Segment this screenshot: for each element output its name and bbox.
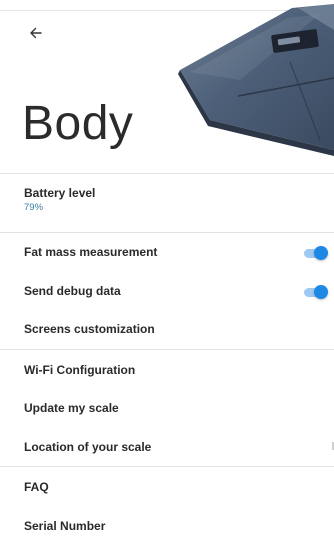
divider (0, 466, 334, 467)
update-scale-item[interactable]: Update my scale (24, 401, 334, 415)
battery-label: Battery level (24, 186, 96, 200)
fat-mass-label: Fat mass measurement (24, 245, 158, 259)
scale-location-item[interactable]: Location of your scale (24, 440, 334, 454)
faq-label: FAQ (24, 480, 49, 494)
divider (0, 349, 334, 350)
scale-image (170, 0, 334, 175)
debug-label: Send debug data (24, 284, 121, 298)
toggle-knob (314, 285, 328, 299)
update-label: Update my scale (24, 401, 119, 415)
divider (0, 173, 334, 174)
debug-toggle[interactable] (304, 285, 328, 299)
arrow-left-icon (30, 27, 42, 39)
fat-mass-row[interactable]: Fat mass measurement (24, 245, 334, 259)
debug-row[interactable]: Send debug data (24, 284, 334, 298)
location-label: Location of your scale (24, 440, 152, 454)
wifi-configuration-item[interactable]: Wi-Fi Configuration (24, 363, 334, 377)
wifi-label: Wi-Fi Configuration (24, 363, 136, 377)
divider (0, 232, 334, 233)
faq-item[interactable]: FAQ (24, 480, 334, 494)
screens-customization-item[interactable]: Screens customization (24, 322, 334, 336)
battery-level: Battery level 79% (24, 186, 334, 213)
toggle-knob (314, 246, 328, 260)
serial-label: Serial Number (24, 519, 106, 533)
screens-label: Screens customization (24, 322, 155, 336)
fat-mass-toggle[interactable] (304, 246, 328, 260)
battery-value: 79% (24, 202, 44, 213)
page-title: Body (22, 97, 134, 150)
back-button[interactable] (27, 24, 45, 42)
serial-number-item[interactable]: Serial Number (24, 519, 334, 533)
